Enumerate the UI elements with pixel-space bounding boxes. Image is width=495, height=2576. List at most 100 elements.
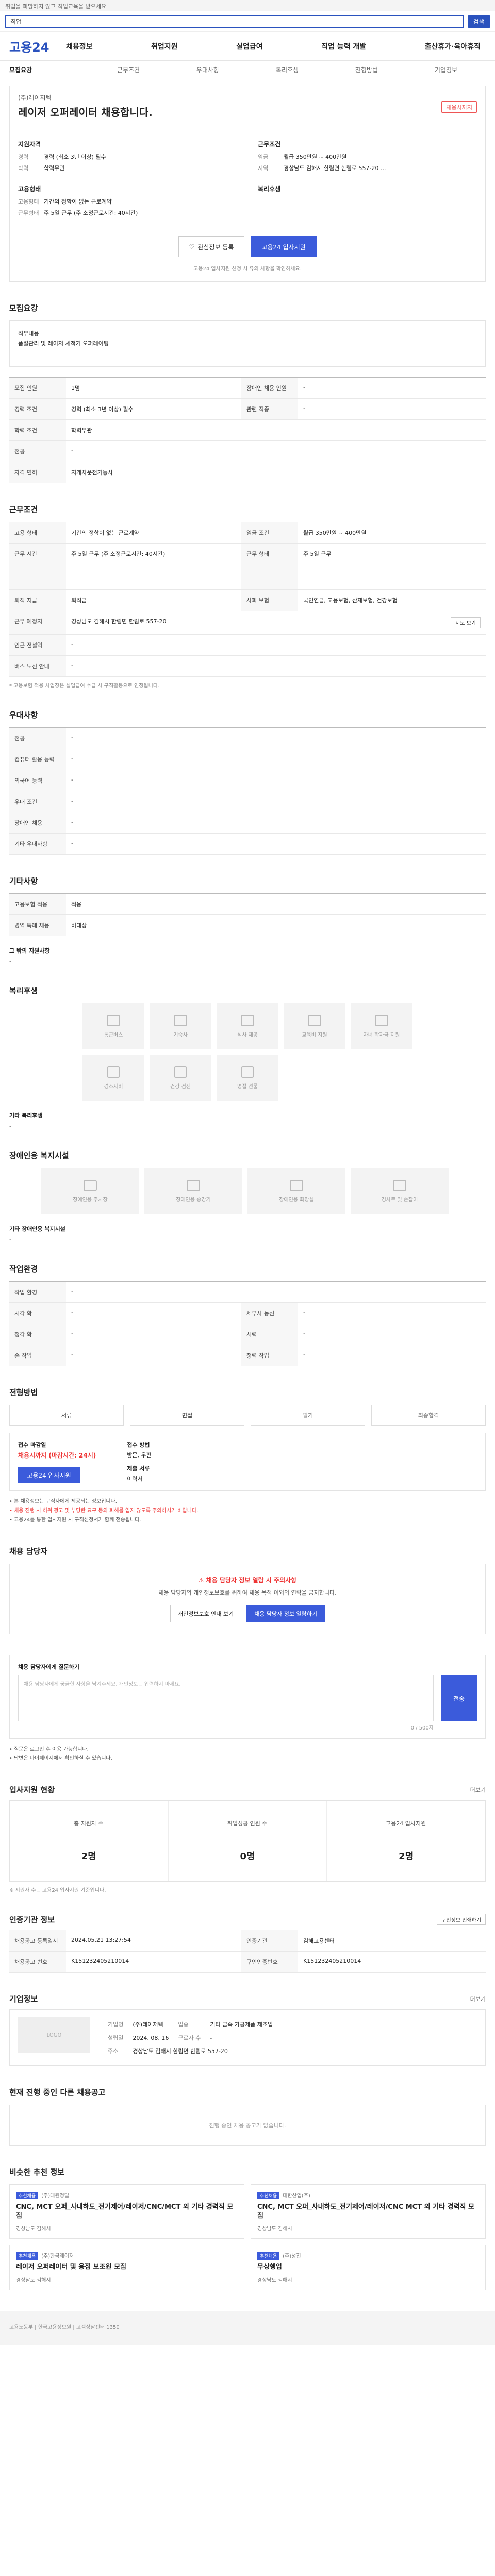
- tab-preference[interactable]: 우대사항: [168, 65, 248, 74]
- parking-icon: 장애인용 주차장: [41, 1168, 139, 1214]
- global-nav: 고용24 채용정보 취업지원 실업급여 직업 능력 개발 출산휴가·육아휴직: [0, 32, 495, 61]
- contact-warning: ⚠ 채용 담당자 정보 열람 시 주의사항: [198, 1577, 297, 1584]
- health-icon: 건강 검진: [150, 1055, 211, 1101]
- more-link[interactable]: 더보기: [470, 1786, 486, 1794]
- site-logo[interactable]: 고용24: [9, 37, 66, 55]
- qual-title: 지원자격: [18, 141, 41, 148]
- selection-steps: 서류 면접 필기 최종합격: [9, 1405, 486, 1426]
- docs-title: 제출 서류: [127, 1465, 150, 1472]
- job-card[interactable]: 추천채용 대한산업(주) CNC, MCT 오퍼_사내하도_전기제어/레이저/CNC…: [251, 2184, 486, 2239]
- deadline-badge: 채용시까지: [441, 101, 477, 113]
- section-title: 우대사항: [9, 710, 38, 720]
- other-section: 현재 진행 중인 다른 채용공고 진행 중인 채용 공고가 없습니다.: [9, 2087, 486, 2146]
- label: 임금: [258, 154, 269, 160]
- site-footer: 고용노동부 | 한국고용정보원 | 고객상담센터 1350: [0, 2310, 495, 2345]
- apply-button[interactable]: 고용24 입사지원: [251, 236, 317, 257]
- gnb-item[interactable]: 실업급여: [236, 41, 263, 52]
- apply-note: 고용24 입사지원 신청 시 유의 사항을 확인하세요.: [193, 266, 302, 272]
- job-title: 레이저 오퍼레이터 채용합니다.: [18, 106, 153, 118]
- print-button[interactable]: 구인정보 인쇄하기: [437, 1914, 486, 1925]
- label: 고용형태: [18, 198, 39, 205]
- gift-icon: 경조사비: [82, 1055, 144, 1101]
- sub-title: 기타 장애인용 복지시설: [9, 1226, 65, 1232]
- section-title: 현재 진행 중인 다른 채용공고: [9, 2088, 106, 2097]
- deadline-value: 채용시까지 (마감시간: 24시): [18, 1452, 96, 1459]
- company-logo: LOGO: [18, 2017, 90, 2053]
- sub-value: -: [9, 1236, 11, 1243]
- applicants-note: ※ 지원자 수는 고용24 입사지원 기준입니다.: [9, 1888, 106, 1893]
- workenv-table: 작업 환경 - 시각 확 - 세부사 동선 - 청각 확 - 시력 - 손 작업 - 청력 작업 -: [9, 1281, 486, 1366]
- more-link[interactable]: 더보기: [470, 1995, 486, 2003]
- education-icon: 교육비 지원: [284, 1003, 345, 1049]
- section-title: 복리후생: [9, 986, 38, 995]
- heart-icon: ♡: [189, 243, 195, 250]
- map-button[interactable]: 지도 보기: [451, 617, 481, 628]
- method-title: 접수 방법: [127, 1442, 150, 1448]
- benefit-title: 복리후생: [258, 185, 281, 193]
- value: 월급 350만원 ~ 400만원: [284, 154, 347, 160]
- elevator-icon: 장애인용 승강기: [144, 1168, 242, 1214]
- send-button[interactable]: 전송: [441, 1675, 477, 1721]
- bus-icon: 통근버스: [82, 1003, 144, 1049]
- gnb-item[interactable]: 출산휴가·육아휴직: [425, 41, 481, 52]
- section-title: 작업환경: [9, 1264, 38, 1274]
- view-contact-button[interactable]: 채용 담당자 정보 열람하기: [246, 1605, 325, 1622]
- scrap-button[interactable]: ♡ 관심정보 등록: [178, 236, 244, 257]
- section-title: 비슷한 추천 정보: [9, 2167, 65, 2177]
- job-description: 직무내용 품질관리 및 레이저 세척기 오퍼레이팅: [9, 320, 486, 367]
- gnb-item[interactable]: 취업지원: [151, 41, 178, 52]
- section-title: 채용 담당자: [9, 1547, 48, 1556]
- apply-box: 접수 마감일 채용시까지 (마감시간: 24시) 고용24 입사지원 접수 방법…: [9, 1433, 486, 1491]
- preference-table: 전공 - 컴퓨터 활용 능력 - 외국어 능력 - 우대 조건 - 장애인 채용 - 기타…: [9, 727, 486, 855]
- sub-value: -: [9, 958, 11, 964]
- tab-conditions[interactable]: 근무조건: [89, 65, 168, 74]
- work-location: 경상남도 김해시 한림면 한림로 557-20: [71, 618, 167, 625]
- top-notice: 취업을 희망하지 않고 직업교육을 받으세요: [0, 0, 495, 11]
- privacy-guide-button[interactable]: 개인정보보호 안내 보기: [170, 1605, 242, 1622]
- section-title: 인증기관 정보: [9, 1915, 55, 1924]
- question-textarea[interactable]: 채용 담당자에게 궁금한 사항을 남겨주세요. 개인정보는 입력하지 마세요.: [18, 1675, 434, 1721]
- preference-section: 우대사항 전공 - 컴퓨터 활용 능력 - 외국어 능력 - 우대 조건 - 장애인 채…: [9, 709, 486, 855]
- gnb-item[interactable]: 채용정보: [66, 41, 93, 52]
- search-button[interactable]: 검색: [468, 14, 490, 28]
- section-title: 기업정보: [9, 1994, 38, 2004]
- contact-section: 채용 담당자 ⚠ 채용 담당자 정보 열람 시 주의사항 채용 담당자의 개인정…: [9, 1546, 486, 1634]
- workenv-section: 작업환경 작업 환경 - 시각 확 - 세부사 동선 - 청각 확 - 시력 - 손 작업 - 청…: [9, 1263, 486, 1366]
- company-section: 기업정보 더보기 LOGO 기업명 (주)레이저텍 업종 기타 금속 가공제품 제조업 …: [9, 1993, 486, 2066]
- char-count: 0 / 500자: [410, 1725, 434, 1731]
- section-title: 입사지원 현황: [9, 1785, 55, 1794]
- company-name[interactable]: (주)레이저텍: [18, 93, 477, 102]
- selection-notes: • 본 채용정보는 구직자에게 제공되는 정보입니다. • 채용 진행 시 허위…: [9, 1499, 199, 1523]
- value: 경력 (최소 3년 이상) 필수: [44, 154, 106, 160]
- apply-button-bottom[interactable]: 고용24 입사지원: [18, 1467, 80, 1483]
- tab-company[interactable]: 기업정보: [406, 65, 486, 74]
- tab-selection[interactable]: 전형방법: [327, 65, 406, 74]
- search-bar: 직업 검색: [0, 11, 495, 32]
- section-title: 기타사항: [9, 876, 38, 886]
- method-value: 방문, 우편: [127, 1452, 152, 1459]
- section-title: 모집요강: [9, 303, 38, 313]
- applicants-section: 입사지원 현황 더보기 총 지원자 수 2명 취업성공 인원 수 0명 고용24 입사…: [9, 1784, 486, 1893]
- label: 근무형태: [18, 210, 39, 216]
- job-card[interactable]: 추천채용 (주)대원정밀 CNC, MCT 오퍼_사내하도_전기제어/레이저/CNC…: [9, 2184, 244, 2239]
- sub-title: 기타 복리후생: [9, 1112, 43, 1119]
- gnb-item[interactable]: 직업 능력 개발: [321, 41, 366, 52]
- label: 경력: [18, 154, 29, 160]
- tab-recruit[interactable]: 모집요강: [9, 65, 89, 74]
- empty-message: 진행 중인 채용 공고가 없습니다.: [9, 2105, 486, 2146]
- job-card[interactable]: 추천채용 (주)한국레이저 레이저 오퍼레이터 및 용접 보조원 모집 경상남도 김해…: [9, 2245, 244, 2290]
- cert-section: 인증기관 정보 구인정보 인쇄하기 채용공고 등록일시 2024.05.21 13:…: [9, 1914, 486, 1973]
- benefits-section: 복리후생 통근버스 기숙사 식사 제공 교육비 지원 자녀 학자금 지원 경조사…: [9, 985, 486, 1129]
- search-input[interactable]: 직업: [5, 14, 464, 28]
- etc-section: 기타사항 고용보험 적용 적용 병역 특례 채용 비대상 그 밖의 지원사항 -: [9, 875, 486, 964]
- tuition-icon: 자녀 학자금 지원: [351, 1003, 412, 1049]
- applicant-stats: 총 지원자 수 2명 취업성공 인원 수 0명 고용24 입사지원 2명: [9, 1800, 486, 1882]
- cert-table: 채용공고 등록일시 2024.05.21 13:27:54 인증기관 김해고용센터 채…: [9, 1930, 486, 1973]
- job-card[interactable]: 추천채용 (주)성진 무상행업 경상남도 김해시: [251, 2245, 486, 2290]
- conditions-note: * 고용보험 적용 사업장은 실업급여 수급 시 구직활동으로 인정됩니다.: [9, 683, 160, 689]
- section-tabs: 모집요강 근무조건 우대사항 복리후생 전형방법 기업정보: [0, 61, 495, 79]
- conditions-section: 근무조건 고용 형태 기간의 정함이 없는 근로계약 임금 조건 월급 350만원 ~…: [9, 504, 486, 689]
- ramp-icon: 경사로 및 손잡이: [351, 1168, 449, 1214]
- tab-benefits[interactable]: 복리후생: [248, 65, 327, 74]
- dormitory-icon: 기숙사: [150, 1003, 211, 1049]
